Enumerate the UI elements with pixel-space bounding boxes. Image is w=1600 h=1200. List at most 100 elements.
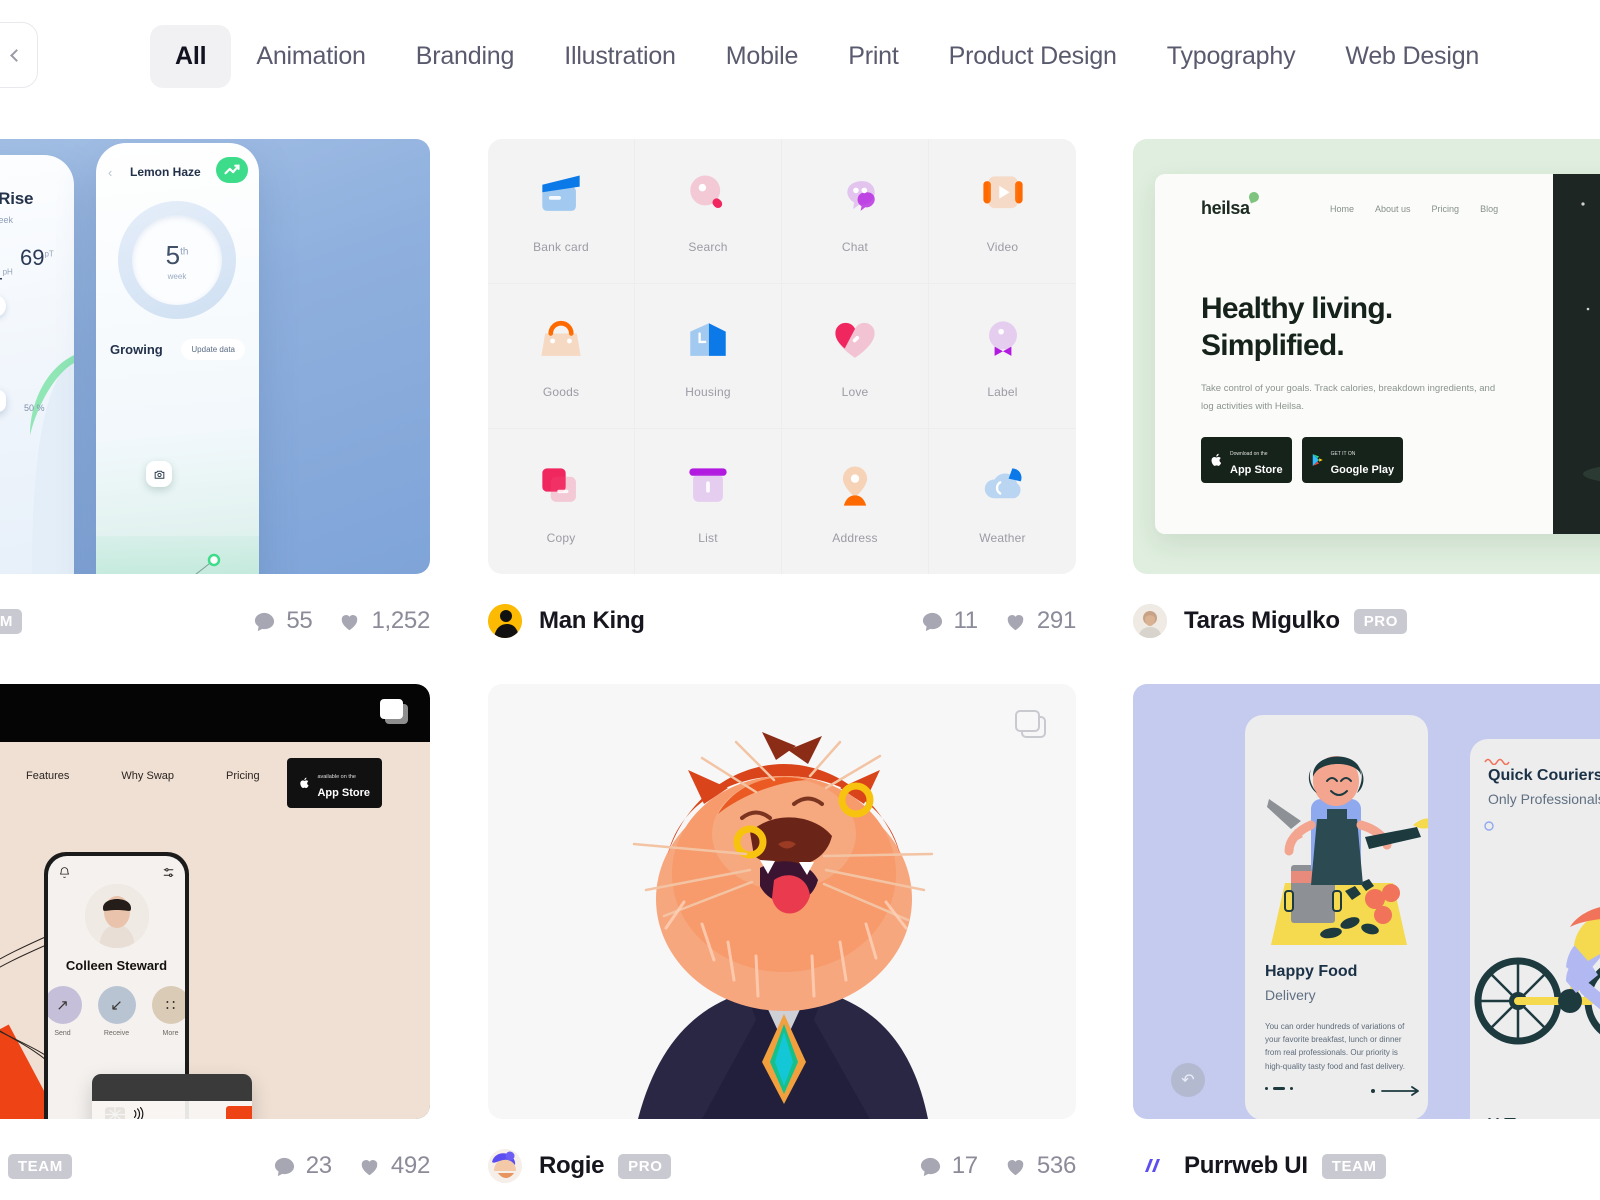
shot-footer: Rogie PRO 17 536 [488, 1119, 1076, 1191]
shot-card-swap-agency[interactable]: Features Why Swap Pricing Blog available… [0, 684, 430, 1191]
settings-sliders-icon[interactable] [162, 866, 175, 879]
trend-pill-button[interactable] [216, 157, 248, 183]
action-send[interactable]: ↗ Send [48, 986, 82, 1037]
chip-icon [105, 1107, 125, 1119]
swap-appstore-badge[interactable]: available on the App Store [287, 758, 382, 808]
chevron-left-icon [9, 48, 23, 62]
tab-print[interactable]: Print [823, 25, 923, 88]
phone-screen-detail: ‹ Lemon Haze 5th week Growing Update dat… [96, 143, 259, 574]
icon-cell: Search [635, 139, 782, 284]
googleplay-badge[interactable]: GET IT ON Google Play [1301, 437, 1404, 484]
icon-cell: Weather [929, 429, 1076, 574]
like-stat: 536 [1004, 1152, 1076, 1180]
plant-metrics: 98EC 6.4pH 69pT [0, 237, 74, 293]
shot-card-lion[interactable]: Rogie PRO 17 536 [488, 684, 1076, 1191]
heilsa-hero-right [1553, 174, 1600, 534]
apple-icon [1211, 454, 1222, 467]
comment-bubble-icon [920, 1157, 940, 1176]
avatar[interactable] [1133, 604, 1167, 638]
arrow-right-icon[interactable] [1370, 1085, 1424, 1097]
arrow-up-right-icon: ↗ [48, 986, 82, 1024]
shot-author-name[interactable]: Man King [539, 607, 645, 635]
comment-stat: 23 [273, 1152, 332, 1180]
metric-pt: 69pT [20, 245, 54, 270]
heilsa-nav-blog[interactable]: Blog [1480, 204, 1498, 214]
phone-screen-main: High Rise 4th week 98EC 6.4pH 69pT 70 % … [0, 155, 74, 574]
shot-author-name[interactable]: Taras Migulko [1184, 607, 1340, 635]
icon-cell: Video [929, 139, 1076, 284]
tab-web-design[interactable]: Web Design [1320, 25, 1504, 88]
icon-cell: Chat [782, 139, 929, 284]
back-arrow-button[interactable]: ↶ [1171, 1063, 1205, 1097]
sleeping-person-illustration [1583, 466, 1600, 482]
swap-website-mockup: Features Why Swap Pricing Blog available… [0, 742, 430, 1119]
icon-label: Video [986, 240, 1019, 254]
icon-label: Search [688, 240, 728, 254]
shot-author-name[interactable]: Rogie [539, 1152, 604, 1180]
swap-store-small: available on the [317, 774, 356, 780]
update-data-button[interactable]: Update data [181, 339, 245, 360]
comment-count: 11 [953, 607, 979, 634]
back-chevron-icon[interactable]: ‹ [108, 165, 112, 180]
shot-card-icon-set[interactable]: Bank card Search Chat Video Goods Housin… [488, 139, 1076, 646]
shot-card-purrweb[interactable]: Happy Food Delivery You can order hundre… [1133, 684, 1600, 1191]
shot-thumbnail[interactable]: heilsa Home About us Pricing Blog Health… [1133, 139, 1600, 574]
love-heart-icon [835, 322, 875, 358]
appstore-badge[interactable]: Download on the App Store [1201, 437, 1292, 484]
heilsa-website-mockup: heilsa Home About us Pricing Blog Health… [1155, 174, 1600, 534]
heilsa-nav-pricing[interactable]: Pricing [1432, 204, 1460, 214]
profile-name: Colleen Steward [65, 958, 168, 973]
growth-chart-area [96, 536, 259, 574]
shot-card-plant-app[interactable]: Buyseeds High Rise 4th week 98EC 6.4pH [0, 139, 430, 646]
tab-typography[interactable]: Typography [1142, 25, 1321, 88]
comment-stat: 11 [921, 607, 978, 635]
googleplay-small-text: GET IT ON [1330, 451, 1356, 458]
humidity-right-value: 50 % [24, 403, 45, 413]
heilsa-nav-about[interactable]: About us [1375, 204, 1411, 214]
shot-thumbnail[interactable]: Bank card Search Chat Video Goods Housin… [488, 139, 1076, 574]
like-count: 1,252 [371, 607, 430, 634]
scroll-left-button[interactable] [0, 22, 38, 88]
action-more[interactable]: ∷ More [151, 986, 185, 1037]
swap-nav-pricing[interactable]: Pricing [226, 770, 260, 782]
heilsa-nav-home[interactable]: Home [1330, 204, 1354, 214]
icon-cell: Label [929, 284, 1076, 429]
shot-thumbnail[interactable]: Buyseeds High Rise 4th week 98EC 6.4pH [0, 139, 430, 574]
shot-author-name[interactable]: Purrweb UI [1184, 1152, 1308, 1180]
heart-icon [361, 1159, 378, 1175]
action-receive[interactable]: ↙ Receive [97, 986, 136, 1037]
avatar[interactable] [488, 604, 522, 638]
tab-product-design[interactable]: Product Design [924, 25, 1142, 88]
shot-thumbnail[interactable]: Happy Food Delivery You can order hundre… [1133, 684, 1600, 1119]
icon-cell: Housing [635, 284, 782, 429]
bell-icon[interactable] [58, 866, 71, 879]
heilsa-body-copy: Take control of your goals. Track calori… [1201, 383, 1496, 412]
icon-label: Label [987, 385, 1018, 399]
icon-grid: Bank card Search Chat Video Goods Housin… [488, 139, 1076, 574]
tab-animation[interactable]: Animation [231, 25, 390, 88]
avatar[interactable] [1133, 1149, 1167, 1183]
quick-actions: ↗ Send ↙ Receive ∷ More [48, 986, 185, 1037]
shot-stats: 55 1,252 [237, 607, 430, 635]
shot-thumbnail[interactable] [488, 684, 1076, 1119]
swap-nav-why[interactable]: Why Swap [121, 770, 174, 782]
camera-button[interactable] [146, 461, 172, 487]
tab-all[interactable]: All [150, 24, 232, 88]
heilsa-hero-left: heilsa Home About us Pricing Blog Health… [1155, 174, 1553, 534]
growing-row: Growing Update data [110, 339, 245, 360]
tab-branding[interactable]: Branding [391, 25, 539, 88]
onboarding-subtitle: Delivery [1265, 987, 1316, 1003]
leaf-curve-decoration [30, 355, 74, 574]
bank-card-icon [542, 175, 580, 211]
tab-illustration[interactable]: Illustration [539, 25, 701, 88]
swap-nav-features[interactable]: Features [26, 770, 69, 782]
appstore-big-text: App Store [1230, 464, 1283, 477]
avatar[interactable] [488, 1149, 522, 1183]
comment-bubble-icon [274, 1157, 294, 1176]
label-icon [988, 321, 1017, 356]
shot-thumbnail[interactable]: Features Why Swap Pricing Blog available… [0, 684, 430, 1119]
lion-illustration [632, 732, 934, 1119]
shot-card-heilsa[interactable]: heilsa Home About us Pricing Blog Health… [1133, 139, 1600, 646]
tab-mobile[interactable]: Mobile [701, 25, 823, 88]
pagination-dots [1265, 1087, 1293, 1090]
